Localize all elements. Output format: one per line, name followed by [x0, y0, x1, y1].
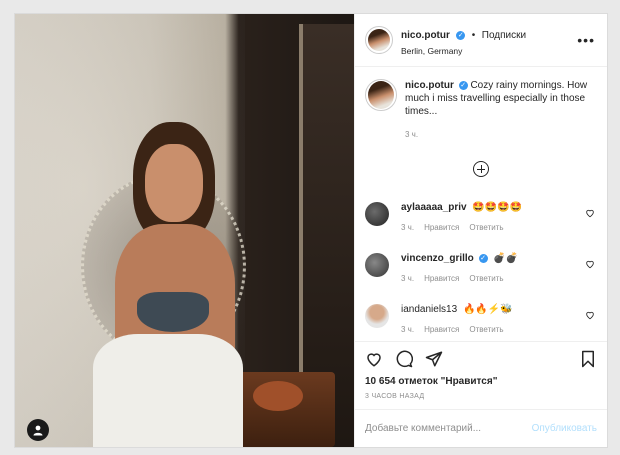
- post-photo[interactable]: [15, 14, 354, 447]
- publish-button[interactable]: Опубликовать: [532, 423, 597, 434]
- author-username[interactable]: nico.potur: [401, 30, 450, 41]
- post-caption: nico.potur ✓ Cozy rainy mornings. How mu…: [365, 79, 595, 141]
- post-timestamp[interactable]: 3 ЧАСОВ НАЗАД: [355, 387, 607, 400]
- action-bar: [355, 342, 607, 376]
- comment-time[interactable]: 3 ч.: [401, 274, 414, 283]
- commenter-avatar[interactable]: [365, 253, 389, 277]
- comment-time[interactable]: 3 ч.: [401, 223, 414, 232]
- author-avatar[interactable]: [365, 26, 393, 54]
- comments-section: nico.potur ✓ Cozy rainy mornings. How mu…: [355, 67, 607, 341]
- comment-item: aylaaaaa_priv 🤩🤩🤩🤩 3 ч. Нравится Ответит…: [365, 202, 595, 232]
- add-comment-bar: Опубликовать: [355, 409, 607, 447]
- comment-time[interactable]: 3 ч.: [401, 325, 414, 334]
- post-sidebar: nico.potur ✓ • Подписки Berlin, Germany …: [354, 14, 607, 447]
- comment-text: 💣💣: [493, 253, 519, 264]
- verified-icon: ✓: [456, 30, 466, 40]
- comment-actions: 3 ч. Нравится Ответить: [401, 274, 585, 283]
- caption-avatar[interactable]: [365, 79, 397, 111]
- comment-like-button[interactable]: Нравится: [424, 223, 459, 232]
- heart-icon[interactable]: [585, 208, 595, 218]
- photo-lamp: [253, 381, 303, 411]
- heart-icon[interactable]: [585, 310, 595, 320]
- comment-text: 🔥🔥⚡🐝: [462, 304, 513, 315]
- comment-body: iandaniels13 🔥🔥⚡🐝 3 ч. Нравится Ответить: [401, 304, 585, 334]
- more-icon[interactable]: •••: [577, 33, 595, 47]
- comment-line: aylaaaaa_priv 🤩🤩🤩🤩: [401, 202, 585, 213]
- comment-icon[interactable]: [395, 350, 413, 368]
- comment-username[interactable]: vincenzo_grillo: [401, 253, 474, 264]
- photo-figure-top: [137, 292, 209, 332]
- separator-dot: •: [471, 29, 476, 41]
- heart-icon[interactable]: [365, 350, 383, 368]
- comment-like-button[interactable]: Нравится: [424, 274, 459, 283]
- comment-actions: 3 ч. Нравится Ответить: [401, 223, 585, 232]
- load-more-comments-button[interactable]: [355, 161, 607, 177]
- comment-body: vincenzo_grillo ✓ 💣💣 3 ч. Нравится Ответ…: [401, 253, 585, 283]
- follow-button[interactable]: Подписки: [482, 30, 526, 41]
- likes-count[interactable]: 10 654 отметок "Нравится": [355, 376, 607, 387]
- comment-reply-button[interactable]: Ответить: [469, 274, 503, 283]
- comment-actions: 3 ч. Нравится Ответить: [401, 325, 585, 334]
- user-tag-icon[interactable]: [27, 419, 49, 441]
- comment-line: iandaniels13 🔥🔥⚡🐝: [401, 304, 585, 315]
- verified-icon: ✓: [478, 254, 488, 263]
- comment-item: iandaniels13 🔥🔥⚡🐝 3 ч. Нравится Ответить: [365, 304, 595, 334]
- comment-like-button[interactable]: Нравится: [424, 325, 459, 334]
- post-location[interactable]: Berlin, Germany: [401, 46, 577, 56]
- add-circle-icon[interactable]: [473, 161, 489, 177]
- heart-icon[interactable]: [585, 259, 595, 269]
- comment-username[interactable]: aylaaaaa_priv: [401, 202, 467, 213]
- instagram-post: nico.potur ✓ • Подписки Berlin, Germany …: [14, 13, 608, 448]
- comment-input[interactable]: [365, 423, 532, 434]
- comment-reply-button[interactable]: Ответить: [469, 223, 503, 232]
- comment-line: vincenzo_grillo ✓ 💣💣: [401, 253, 585, 264]
- verified-icon: ✓: [458, 81, 468, 90]
- comment-item: vincenzo_grillo ✓ 💣💣 3 ч. Нравится Ответ…: [365, 253, 595, 283]
- photo-figure-face: [145, 144, 203, 222]
- caption-time[interactable]: 3 ч.: [405, 128, 595, 141]
- commenter-avatar[interactable]: [365, 304, 389, 328]
- comment-username[interactable]: iandaniels13: [401, 304, 457, 315]
- bookmark-icon[interactable]: [579, 350, 597, 368]
- author-meta: nico.potur ✓ • Подписки Berlin, Germany: [401, 25, 577, 56]
- post-footer: 10 654 отметок "Нравится" 3 ЧАСОВ НАЗАД …: [355, 341, 607, 447]
- comment-text: 🤩🤩🤩🤩: [472, 202, 523, 213]
- caption-body: nico.potur ✓ Cozy rainy mornings. How mu…: [405, 79, 595, 141]
- post-header: nico.potur ✓ • Подписки Berlin, Germany …: [355, 14, 607, 67]
- photo-figure-shirt: [93, 334, 243, 447]
- commenter-avatar[interactable]: [365, 202, 389, 226]
- caption-username[interactable]: nico.potur: [405, 80, 454, 91]
- comment-reply-button[interactable]: Ответить: [469, 325, 503, 334]
- comment-body: aylaaaaa_priv 🤩🤩🤩🤩 3 ч. Нравится Ответит…: [401, 202, 585, 232]
- share-icon[interactable]: [425, 350, 443, 368]
